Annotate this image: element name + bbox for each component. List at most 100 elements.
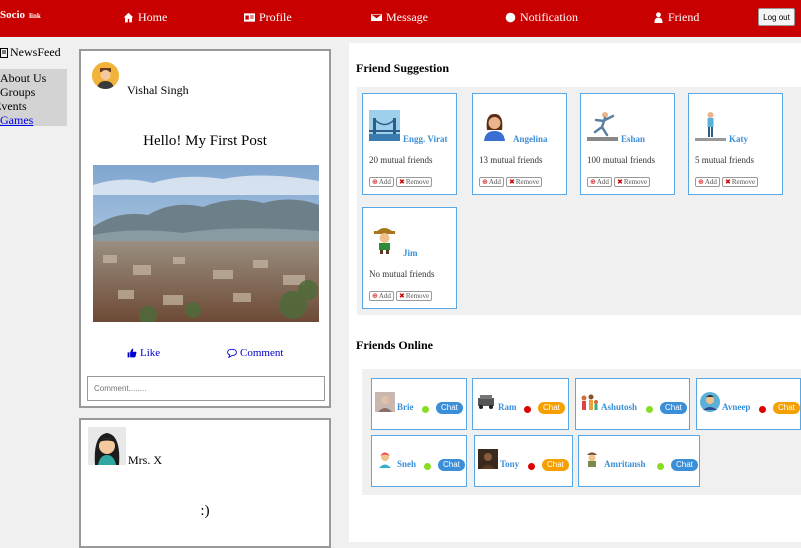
mutual-friends: 20 mutual friends (369, 155, 433, 165)
like-button[interactable]: Like (127, 347, 160, 359)
add-label: Add (378, 178, 391, 186)
friend-name[interactable]: Amritansh (604, 459, 646, 469)
remove-suggestion-button[interactable]: ✖ Remove (721, 177, 759, 187)
friend-avatar (375, 392, 395, 412)
close-icon: ✖ (724, 178, 731, 186)
online-friend-card: Ram Chat (472, 378, 569, 430)
friend-name[interactable]: Brie (397, 402, 414, 412)
online-status-dot (646, 406, 653, 413)
friend-name[interactable]: Sneh (397, 459, 416, 469)
plus-circle-icon: ⊕ (482, 178, 488, 186)
chat-button[interactable]: Chat (436, 402, 463, 414)
suggestion-card: Angelina 13 mutual friends ⊕ Add ✖ Remove (472, 93, 567, 195)
comment-label: Comment (240, 347, 284, 359)
suggestion-card: Eshan 100 mutual friends ⊕ Add ✖ Remove (580, 93, 675, 195)
online-friend-card: Tony Chat (474, 435, 573, 487)
close-icon: ✖ (508, 178, 515, 186)
add-friend-button[interactable]: ⊕ Add (587, 177, 612, 187)
sidebar-item-events[interactable]: Events (0, 99, 27, 113)
friends-online-title: Friends Online (356, 338, 434, 352)
like-label: Like (140, 347, 161, 359)
sidebar-item-about-us[interactable]: About Us (0, 71, 46, 85)
female-avatar-icon (88, 427, 126, 465)
man-photo-icon (478, 449, 498, 469)
online-friend-card: Brie Chat (371, 378, 467, 430)
sidebar-item-groups[interactable]: Groups (0, 85, 35, 99)
sidebar-item-games[interactable]: Games (0, 113, 33, 127)
online-status-dot (657, 463, 664, 470)
nav-message[interactable]: Message (371, 10, 428, 25)
friend-avatar (478, 449, 498, 469)
nav-message-label: Message (386, 10, 428, 24)
bridge-avatar-icon (369, 110, 400, 141)
friend-name[interactable]: Ram (498, 402, 517, 412)
post-photo (93, 165, 319, 322)
top-navbar: Socio link Home Profile Message Notificat… (0, 0, 801, 37)
envelope-icon (371, 14, 382, 21)
comment-button[interactable]: Comment (227, 347, 283, 359)
remove-suggestion-button[interactable]: ✖ Remove (395, 291, 433, 301)
friend-name[interactable]: Angelina (513, 134, 548, 144)
remove-label: Remove (405, 178, 430, 186)
friend-suggestion-title: Friend Suggestion (356, 61, 450, 75)
close-icon: ✖ (398, 292, 405, 300)
plus-circle-icon: ⊕ (372, 292, 378, 300)
add-friend-button[interactable]: ⊕ Add (369, 291, 394, 301)
chat-button[interactable]: Chat (538, 402, 565, 414)
online-status-dot (424, 463, 431, 470)
friend-avatar (476, 392, 496, 412)
avatar (92, 62, 119, 89)
comment-input[interactable] (87, 376, 325, 401)
remove-suggestion-button[interactable]: ✖ Remove (505, 177, 543, 187)
cartoon-man-avatar-icon (582, 449, 602, 469)
close-icon: ✖ (616, 178, 623, 186)
nav-profile[interactable]: Profile (244, 10, 292, 25)
chat-button[interactable]: Chat (660, 402, 687, 414)
brand-tag: link (29, 12, 41, 20)
friend-name[interactable]: Ashutosh (601, 402, 637, 412)
add-friend-button[interactable]: ⊕ Add (479, 177, 504, 187)
family-avatar-icon (579, 392, 599, 412)
friend-avatar (700, 392, 720, 412)
post-text: :) (200, 503, 210, 519)
woman-photo-icon (375, 392, 395, 412)
friend-name[interactable]: Engg. Virat (403, 134, 448, 144)
post-card: Mrs. X :) (79, 418, 331, 548)
plus-circle-icon: ⊕ (698, 178, 704, 186)
friend-name[interactable]: Avneep (722, 402, 750, 412)
friend-name[interactable]: Jim (403, 248, 418, 258)
right-panel: Friend Suggestion Engg. Virat 20 mutual … (349, 43, 801, 542)
user-avatar-icon (92, 62, 119, 89)
brand-logo[interactable]: Socio link (0, 9, 41, 21)
left-sidebar: NewsFeed About Us Groups Events Games (0, 37, 68, 542)
friend-avatar (369, 110, 400, 141)
online-friend-card: Avneep Chat (696, 378, 801, 430)
chat-button[interactable]: Chat (773, 402, 800, 414)
nav-notification-label: Notification (520, 10, 578, 24)
sidebar-newsfeed[interactable]: NewsFeed (0, 45, 61, 60)
logout-button[interactable]: Log out (758, 8, 795, 26)
add-friend-button[interactable]: ⊕ Add (369, 177, 394, 187)
post-author[interactable]: Vishal Singh (127, 83, 189, 98)
nav-friend[interactable]: Friend (653, 10, 699, 25)
nav-home[interactable]: Home (123, 10, 167, 25)
remove-label: Remove (731, 178, 756, 186)
post-author[interactable]: Mrs. X (128, 453, 162, 468)
plus-circle-icon: ⊕ (590, 178, 596, 186)
friend-name[interactable]: Tony (500, 459, 519, 469)
chat-button[interactable]: Chat (671, 459, 698, 471)
nav-notification[interactable]: Notification (505, 10, 578, 25)
chat-button[interactable]: Chat (542, 459, 569, 471)
friend-name[interactable]: Eshan (621, 134, 645, 144)
remove-label: Remove (405, 292, 430, 300)
remove-suggestion-button[interactable]: ✖ Remove (395, 177, 433, 187)
add-friend-button[interactable]: ⊕ Add (695, 177, 720, 187)
add-label: Add (378, 292, 391, 300)
mutual-friends: No mutual friends (369, 269, 435, 279)
remove-suggestion-button[interactable]: ✖ Remove (613, 177, 651, 187)
add-label: Add (704, 178, 717, 186)
cartoon-boy-avatar-icon (369, 224, 400, 255)
friend-name[interactable]: Katy (729, 134, 748, 144)
newspaper-icon (0, 47, 8, 58)
chat-button[interactable]: Chat (438, 459, 465, 471)
